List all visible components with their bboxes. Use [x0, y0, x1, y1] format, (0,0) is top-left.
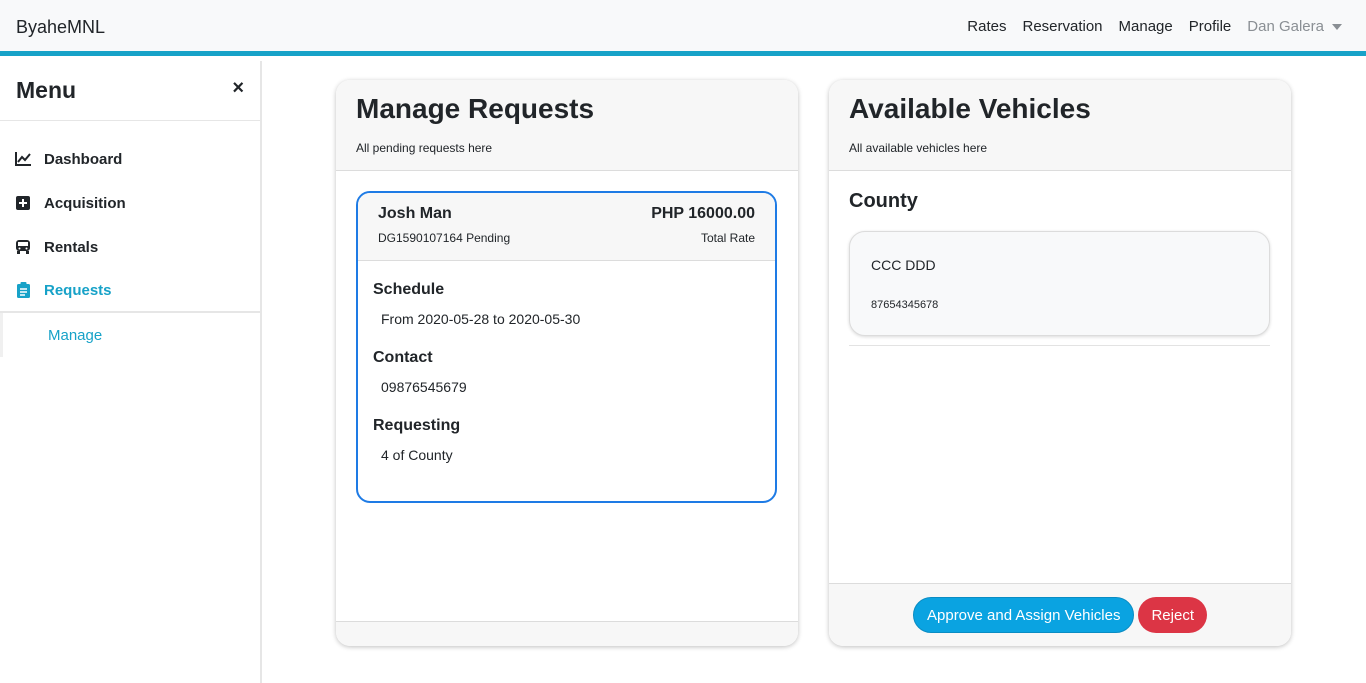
- card-footer: [336, 621, 798, 646]
- total-rate-label: Total Rate: [700, 231, 755, 245]
- close-icon[interactable]: ×: [232, 77, 244, 100]
- vehicle-plate: 87654345678: [871, 299, 939, 311]
- divider: [849, 345, 1270, 346]
- user-dropdown[interactable]: Dan Galera: [1247, 18, 1342, 35]
- bus-icon: [14, 238, 32, 256]
- vehicle-name: CCC DDD: [871, 257, 936, 273]
- sidebar-subitem-manage[interactable]: Manage: [0, 313, 260, 357]
- chart-line-icon: [14, 150, 32, 168]
- nav-links: Rates Reservation Manage Profile Dan Gal…: [967, 18, 1342, 35]
- requesting-label: Requesting: [373, 417, 461, 434]
- card-footer: Approve and Assign Vehicles Reject: [829, 583, 1291, 646]
- brand-link[interactable]: ByaheMNL: [16, 17, 105, 38]
- card-subtitle: All pending requests here: [356, 141, 493, 155]
- approve-assign-button[interactable]: Approve and Assign Vehicles: [913, 597, 1135, 633]
- manage-requests-card: Manage Requests All pending requests her…: [336, 80, 798, 646]
- clipboard-icon: [14, 281, 32, 299]
- card-subtitle: All available vehicles here: [849, 141, 988, 155]
- user-name: Dan Galera: [1247, 18, 1324, 35]
- vehicle-group-title: County: [849, 190, 918, 212]
- contact-value: 09876545679: [381, 379, 467, 395]
- reject-button[interactable]: Reject: [1138, 597, 1207, 633]
- requesting-value: 4 of County: [381, 447, 453, 463]
- card-title: Manage Requests: [356, 93, 595, 124]
- sidebar-item-label: Requests: [44, 281, 112, 299]
- request-card[interactable]: Josh Man DG1590107164 Pending PHP 16000.…: [356, 191, 777, 503]
- request-id-status: DG1590107164 Pending: [378, 231, 511, 245]
- sidebar: Menu × Dashboard Acquisition Rentals Req…: [0, 61, 262, 683]
- card-title: Available Vehicles: [849, 93, 1091, 124]
- nav-manage[interactable]: Manage: [1119, 18, 1173, 35]
- sidebar-item-label: Acquisition: [44, 194, 126, 212]
- card-header: Available Vehicles All available vehicle…: [829, 80, 1291, 171]
- sidebar-item-rentals[interactable]: Rentals: [0, 225, 260, 269]
- available-vehicles-card: Available Vehicles All available vehicle…: [829, 80, 1291, 646]
- vehicle-item[interactable]: CCC DDD 87654345678: [849, 231, 1270, 336]
- nav-profile[interactable]: Profile: [1189, 18, 1232, 35]
- plus-square-icon: [14, 194, 32, 212]
- sidebar-header: Menu ×: [0, 61, 260, 121]
- sidebar-item-requests[interactable]: Requests: [0, 269, 260, 313]
- sidebar-item-label: Dashboard: [44, 150, 123, 168]
- sidebar-menu: Dashboard Acquisition Rentals Requests M…: [0, 121, 260, 357]
- top-navbar: ByaheMNL Rates Reservation Manage Profil…: [0, 0, 1366, 56]
- request-header: Josh Man DG1590107164 Pending PHP 16000.…: [358, 193, 775, 261]
- sidebar-item-acquisition[interactable]: Acquisition: [0, 181, 260, 225]
- nav-rates[interactable]: Rates: [967, 18, 1006, 35]
- sidebar-title: Menu: [16, 77, 77, 103]
- sidebar-item-label: Rentals: [44, 238, 99, 256]
- schedule-value: From 2020-05-28 to 2020-05-30: [381, 311, 581, 327]
- requester-name: Josh Man: [378, 205, 452, 222]
- sidebar-item-dashboard[interactable]: Dashboard: [0, 137, 260, 181]
- card-header: Manage Requests All pending requests her…: [336, 80, 798, 171]
- total-rate-value: PHP 16000.00: [651, 205, 755, 222]
- nav-reservation[interactable]: Reservation: [1022, 18, 1102, 35]
- request-body: Schedule From 2020-05-28 to 2020-05-30 C…: [358, 261, 775, 463]
- caret-down-icon: [1332, 23, 1342, 30]
- schedule-label: Schedule: [373, 281, 445, 298]
- contact-label: Contact: [373, 349, 433, 366]
